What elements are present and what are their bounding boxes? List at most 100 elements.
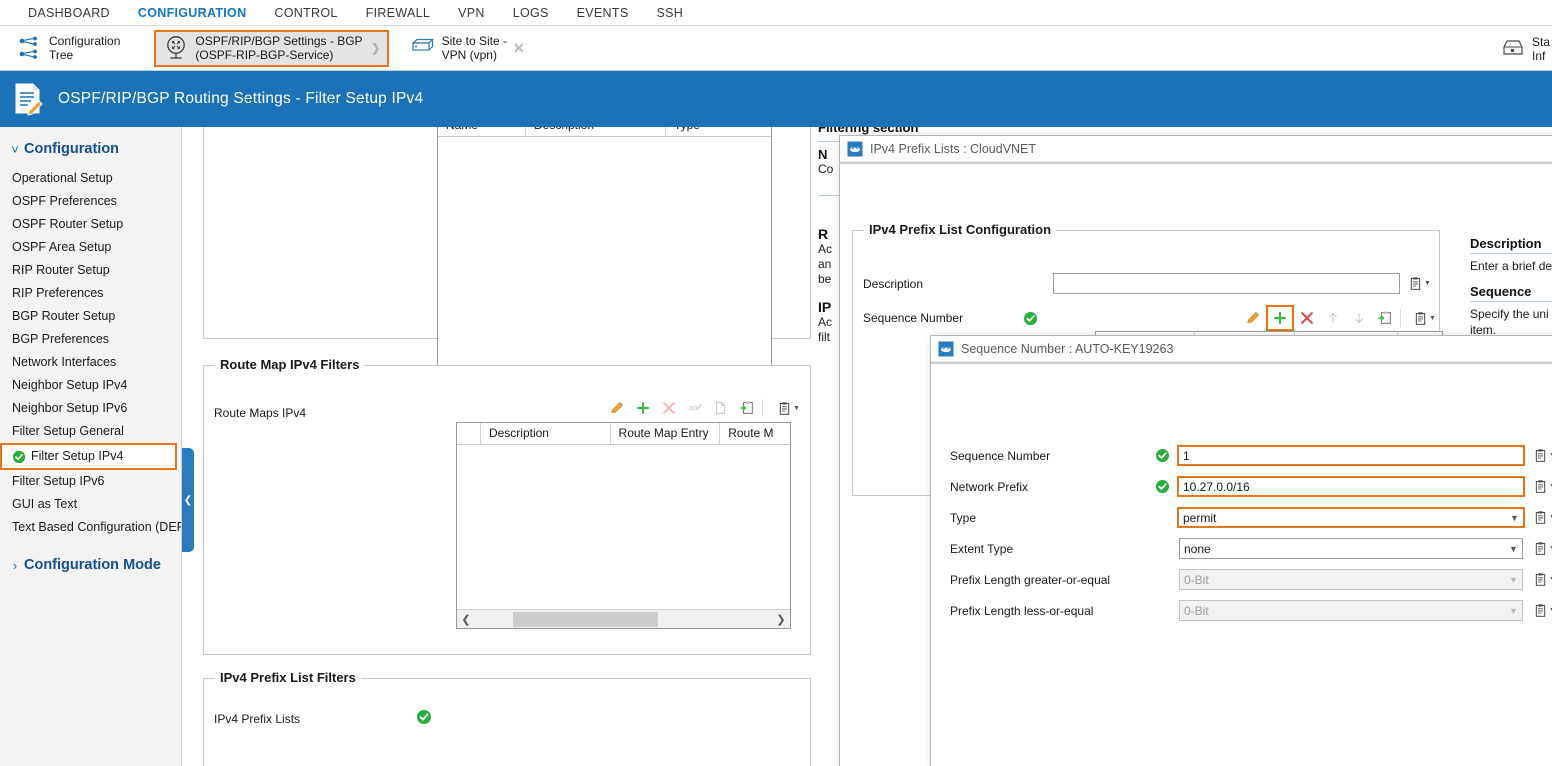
paste-button[interactable]	[1372, 306, 1398, 330]
field-label-prefix-length-ge: Prefix Length greater-or-equal	[950, 572, 1111, 587]
delete-icon	[663, 402, 675, 414]
prefix-list-status-ok-icon	[416, 709, 432, 728]
route-map-clipboard-menu-button[interactable]: ▼	[777, 401, 800, 416]
chevron-down-icon: ▼	[1509, 543, 1518, 554]
column-header-name[interactable]: Name	[438, 127, 526, 136]
paste-button[interactable]	[734, 396, 760, 420]
nav-item-control[interactable]: CONTROL	[260, 0, 351, 26]
sidebar-item-rip-preferences[interactable]: RIP Preferences	[0, 282, 181, 305]
tab-bar-right-region: Sta Inf	[1489, 26, 1552, 71]
page-title: OSPF/RIP/BGP Routing Settings - Filter S…	[58, 90, 424, 107]
chevron-right-icon[interactable]: ❯	[371, 41, 381, 55]
sidebar-group-configuration[interactable]: ˅ Configuration	[0, 127, 181, 167]
toolbar-separator	[1400, 309, 1401, 327]
extent-type-clipboard-menu-button[interactable]: ▼	[1533, 541, 1552, 556]
sidebar-item-ospf-router-setup[interactable]: OSPF Router Setup	[0, 213, 181, 236]
nav-item-logs[interactable]: LOGS	[499, 0, 563, 26]
column-header-type[interactable]: Type	[666, 127, 771, 136]
sidebar-collapse-handle[interactable]: ❮	[182, 448, 194, 552]
extent-type-select-value: none	[1184, 541, 1211, 556]
sequence-number-clipboard-menu-button[interactable]: ▼	[1533, 448, 1552, 463]
document-edit-icon	[12, 82, 44, 116]
route-map-table-hscrollbar[interactable]: ❮ ❯	[457, 609, 790, 628]
sidebar-group-configuration-mode[interactable]: › Configuration Mode	[0, 539, 181, 583]
field-row-sequence-number: Sequence Number ▼	[950, 445, 1552, 466]
top-table-header: Name Description Type	[438, 127, 771, 137]
network-prefix-input[interactable]	[1177, 476, 1525, 497]
prefix-length-ge-clipboard-menu-button[interactable]: ▼	[1533, 572, 1552, 587]
type-select[interactable]: permit ▼	[1177, 507, 1525, 528]
column-header-route-map-entry[interactable]: Route Map Entry	[611, 423, 721, 444]
nav-item-ssh[interactable]: SSH	[642, 0, 697, 26]
edit-button[interactable]	[604, 396, 630, 420]
sequence-number-input[interactable]	[1177, 445, 1525, 466]
sidebar-item-neighbor-setup-ipv4[interactable]: Neighbor Setup IPv4	[0, 374, 181, 397]
type-clipboard-menu-button[interactable]: ▼	[1533, 510, 1552, 525]
move-down-button[interactable]	[1346, 306, 1372, 330]
sidebar-item-network-interfaces[interactable]: Network Interfaces	[0, 351, 181, 374]
extent-type-select[interactable]: none ▼	[1179, 538, 1523, 559]
sidebar-item-operational-setup[interactable]: Operational Setup	[0, 167, 181, 190]
nav-item-dashboard[interactable]: DASHBOARD	[14, 0, 124, 26]
description-clipboard-menu-button[interactable]: ▼	[1408, 276, 1431, 291]
ipv4-prefix-lists-help-panel: Description Enter a brief de Sequence Sp…	[1470, 236, 1552, 338]
nav-item-configuration[interactable]: CONFIGURATION	[124, 0, 261, 26]
add-button[interactable]	[1266, 305, 1294, 331]
prefix-length-ge-select[interactable]: 0-Bit ▼	[1179, 569, 1523, 590]
prefix-length-le-select[interactable]: 0-Bit ▼	[1179, 600, 1523, 621]
column-header-route-m[interactable]: Route M	[720, 423, 790, 444]
rename-button[interactable]: ab	[682, 396, 708, 420]
chevron-right-icon: ›	[12, 557, 18, 573]
close-icon[interactable]: ✕	[513, 40, 525, 57]
sidebar-item-gui-as-text[interactable]: GUI as Text	[0, 493, 181, 516]
sidebar-item-bgp-preferences[interactable]: BGP Preferences	[0, 328, 181, 351]
sidebar-item-filter-setup-ipv6[interactable]: Filter Setup IPv6	[0, 470, 181, 493]
delete-button[interactable]	[1294, 306, 1320, 330]
add-button[interactable]	[630, 396, 656, 420]
chevron-down-icon: ▼	[1509, 605, 1518, 616]
column-header-description[interactable]: Description	[526, 127, 666, 136]
nav-item-vpn[interactable]: VPN	[444, 0, 499, 26]
scroll-thumb[interactable]	[513, 611, 658, 627]
tab-site-to-site-vpn[interactable]: Site to Site - VPN (vpn) ✕	[403, 30, 531, 67]
tab-ospf-rip-bgp-settings[interactable]: OSPF/RIP/BGP Settings - BGP (OSPF-RIP-BG…	[154, 29, 389, 67]
network-prefix-clipboard-menu-button[interactable]: ▼	[1533, 479, 1552, 494]
dialog-router-icon	[938, 341, 954, 357]
description-input[interactable]	[1053, 273, 1400, 294]
sidebar-item-ospf-area-setup[interactable]: OSPF Area Setup	[0, 236, 181, 259]
sequence-number-clipboard-menu-button[interactable]: ▼	[1413, 311, 1436, 326]
prefix-length-le-clipboard-menu-button[interactable]: ▼	[1533, 603, 1552, 618]
description-label: Description	[863, 276, 924, 291]
vpn-tunnel-icon	[409, 34, 437, 62]
sidebar-item-neighbor-setup-ipv6[interactable]: Neighbor Setup IPv6	[0, 397, 181, 420]
tab-status-info[interactable]: Sta Inf	[1493, 30, 1552, 67]
clipboard-icon	[1535, 511, 1546, 524]
move-up-button[interactable]	[1320, 306, 1346, 330]
sidebar-item-ospf-preferences[interactable]: OSPF Preferences	[0, 190, 181, 213]
paste-icon	[1378, 311, 1391, 324]
sidebar-item-filter-setup-ipv4[interactable]: Filter Setup IPv4	[0, 443, 177, 470]
field-label-prefix-length-le: Prefix Length less-or-equal	[950, 603, 1094, 618]
clipboard-icon	[1415, 311, 1426, 325]
scroll-track[interactable]	[475, 611, 772, 628]
sidebar-item-filter-setup-general[interactable]: Filter Setup General	[0, 420, 181, 443]
sequence-number-row: Sequence Number ▼	[863, 305, 1436, 331]
sidebar: ˅ Configuration Operational Setup OSPF P…	[0, 127, 182, 766]
edit-button[interactable]	[1240, 306, 1266, 330]
scroll-right-icon[interactable]: ❯	[772, 613, 790, 626]
column-header-description[interactable]: Description	[481, 423, 611, 444]
delete-button[interactable]	[656, 396, 682, 420]
nav-item-firewall[interactable]: FIREWALL	[352, 0, 444, 26]
scroll-left-icon[interactable]: ❮	[457, 613, 475, 626]
tab-label-status-info: Sta Inf	[1531, 34, 1550, 63]
sidebar-item-rip-router-setup[interactable]: RIP Router Setup	[0, 259, 181, 282]
configuration-tree-button[interactable]: Configuration Tree	[10, 30, 126, 67]
sequence-number-dialog-body: Sequence Number ▼	[931, 364, 1552, 766]
add-icon	[637, 402, 649, 414]
sequence-number-dialog-titlebar: Sequence Number : AUTO-KEY19263	[931, 336, 1552, 362]
copy-button[interactable]	[708, 396, 734, 420]
ipv4-prefix-lists-dialog-titlebar: IPv4 Prefix Lists : CloudVNET	[840, 136, 1552, 162]
sidebar-item-bgp-router-setup[interactable]: BGP Router Setup	[0, 305, 181, 328]
sidebar-item-text-based-configuration[interactable]: Text Based Configuration (DEP	[0, 516, 181, 539]
nav-item-events[interactable]: EVENTS	[563, 0, 643, 26]
